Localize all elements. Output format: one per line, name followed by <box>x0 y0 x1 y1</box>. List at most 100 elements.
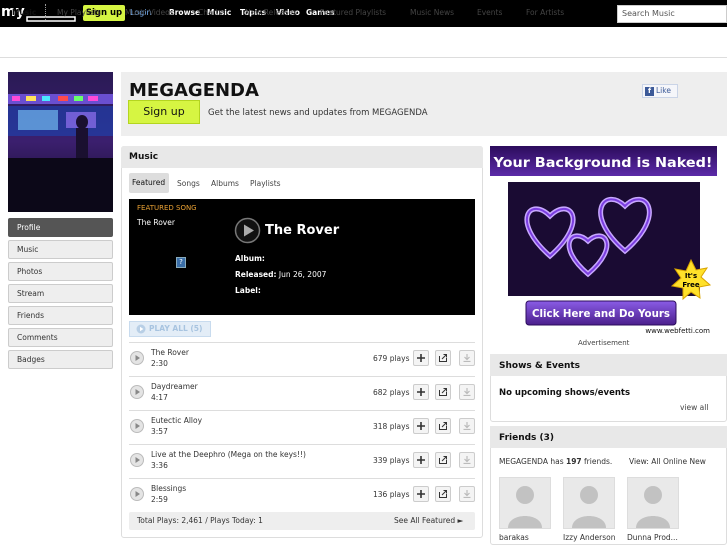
subnav-divider <box>45 4 46 20</box>
track-duration: 2:59 <box>151 495 168 504</box>
search-input[interactable]: Search Music <box>617 5 727 23</box>
track-play-icon[interactable] <box>130 351 144 365</box>
featured-song-title: The Rover <box>265 223 340 238</box>
friend-view-filter[interactable]: View: All Online New <box>629 457 706 466</box>
released-value: Jun 26, 2007 <box>278 270 327 279</box>
track-row: Blessings 2:59 136 plays <box>129 478 475 512</box>
facebook-like-button[interactable]: f Like <box>642 84 678 98</box>
play-totals: Total Plays: 2,461 / Plays Today: 1 <box>137 516 263 525</box>
add-to-playlist-icon[interactable] <box>413 384 429 400</box>
subnav-featured-playlists[interactable]: Featured Playlists <box>320 8 386 17</box>
featured-song-label: FEATURED SONG <box>137 204 197 212</box>
track-name[interactable]: Blessings <box>151 484 186 493</box>
missing-image-icon: ? <box>176 257 186 268</box>
share-icon[interactable] <box>435 452 451 468</box>
add-to-playlist-icon[interactable] <box>413 486 429 502</box>
track-plays: 682 plays <box>373 388 410 397</box>
ad-caption: Advertisement <box>578 339 630 347</box>
track-row: Live at the Deephro (Mega on the keys!!)… <box>129 444 475 478</box>
download-icon[interactable] <box>459 384 475 400</box>
add-to-playlist-icon[interactable] <box>413 452 429 468</box>
leftnav-stream[interactable]: Stream <box>8 284 113 303</box>
download-icon[interactable] <box>459 418 475 434</box>
facebook-icon: f <box>645 86 654 96</box>
track-plays: 339 plays <box>373 456 410 465</box>
signup-tagline: Get the latest news and updates from MEG… <box>208 108 428 118</box>
play-all-label: PLAY ALL (5) <box>149 324 203 333</box>
track-name[interactable]: Daydreamer <box>151 382 198 391</box>
track-play-icon[interactable] <box>130 385 144 399</box>
track-name[interactable]: Eutectic Alloy <box>151 416 202 425</box>
track-row: The Rover 2:30 679 plays <box>129 342 475 376</box>
profile-photo[interactable] <box>8 72 113 212</box>
subnav-for-artists[interactable]: For Artists <box>526 8 564 17</box>
music-subnav <box>0 34 727 58</box>
friend-name[interactable]: Dunna Prod... <box>627 533 678 542</box>
friend-count: MEGAGENDA has 197 friends. <box>499 457 612 466</box>
ad-url: www.webfetti.com <box>645 327 710 335</box>
band-signup-button[interactable]: Sign up <box>128 100 200 124</box>
friend-name[interactable]: barakas <box>499 533 529 542</box>
subnav-music-videos[interactable]: Music Videos <box>125 8 174 17</box>
track-duration: 3:36 <box>151 461 168 470</box>
leftnav-music[interactable]: Music <box>8 240 113 259</box>
featured-play-icon[interactable] <box>234 217 261 244</box>
add-to-playlist-icon[interactable] <box>413 418 429 434</box>
see-all-featured-link[interactable]: See All Featured ► <box>394 516 463 525</box>
album-label: Album: <box>235 254 265 263</box>
tab-playlists[interactable]: Playlists <box>250 179 281 188</box>
download-icon[interactable] <box>459 486 475 502</box>
ad-badge-free: Free <box>682 281 700 289</box>
shows-title: Shows & Events <box>499 361 581 371</box>
advertisement-banner[interactable]: Your Background is Naked! It's Free Clic… <box>490 146 717 335</box>
subnav-charts[interactable]: Charts <box>198 8 223 17</box>
share-icon[interactable] <box>435 486 451 502</box>
share-icon[interactable] <box>435 384 451 400</box>
share-icon[interactable] <box>435 418 451 434</box>
friend-count-suffix: friends. <box>581 457 613 466</box>
track-play-icon[interactable] <box>130 419 144 433</box>
track-name[interactable]: The Rover <box>151 348 189 357</box>
friend-count-number: 197 <box>565 457 582 466</box>
friend-avatar[interactable] <box>627 477 679 529</box>
leftnav-friends[interactable]: Friends <box>8 306 113 325</box>
leftnav-photos[interactable]: Photos <box>8 262 113 281</box>
track-row: Eutectic Alloy 3:57 318 plays <box>129 410 475 444</box>
share-icon[interactable] <box>435 350 451 366</box>
subnav-music[interactable]: Music <box>12 8 36 17</box>
label-label: Label: <box>235 286 261 295</box>
track-play-icon[interactable] <box>130 487 144 501</box>
track-plays: 679 plays <box>373 354 410 363</box>
track-name[interactable]: Live at the Deephro (Mega on the keys!!) <box>151 450 306 459</box>
friend-count-prefix: MEGAGENDA has <box>499 457 566 466</box>
label-meta: Label: <box>235 286 261 295</box>
play-all-icon <box>136 324 146 334</box>
subnav-new-releases[interactable]: New Releases <box>245 8 297 17</box>
subnav-my-playlists[interactable]: My Playlists <box>57 8 101 17</box>
band-name: MEGAGENDA <box>129 80 259 101</box>
friend-name[interactable]: Izzy Anderson <box>563 533 616 542</box>
friend-avatar[interactable] <box>499 477 551 529</box>
featured-song-name: The Rover <box>137 218 175 227</box>
track-duration: 3:57 <box>151 427 168 436</box>
track-row: Daydreamer 4:17 682 plays <box>129 376 475 410</box>
subnav-music-news[interactable]: Music News <box>410 8 454 17</box>
tab-albums[interactable]: Albums <box>211 179 239 188</box>
add-to-playlist-icon[interactable] <box>413 350 429 366</box>
no-shows-text: No upcoming shows/events <box>499 388 631 398</box>
tab-featured[interactable]: Featured <box>129 173 169 193</box>
download-icon[interactable] <box>459 452 475 468</box>
shows-view-all-link[interactable]: view all <box>680 403 708 412</box>
leftnav-profile[interactable]: Profile <box>8 218 113 237</box>
track-play-icon[interactable] <box>130 453 144 467</box>
track-duration: 2:30 <box>151 359 168 368</box>
leftnav-comments[interactable]: Comments <box>8 328 113 347</box>
subnav-events[interactable]: Events <box>477 8 502 17</box>
download-icon[interactable] <box>459 350 475 366</box>
play-all-button[interactable]: PLAY ALL (5) <box>129 321 211 337</box>
track-plays: 136 plays <box>373 490 410 499</box>
friend-avatar[interactable] <box>563 477 615 529</box>
leftnav-badges[interactable]: Badges <box>8 350 113 369</box>
tab-songs[interactable]: Songs <box>177 179 200 188</box>
music-module-title: Music <box>129 152 159 162</box>
